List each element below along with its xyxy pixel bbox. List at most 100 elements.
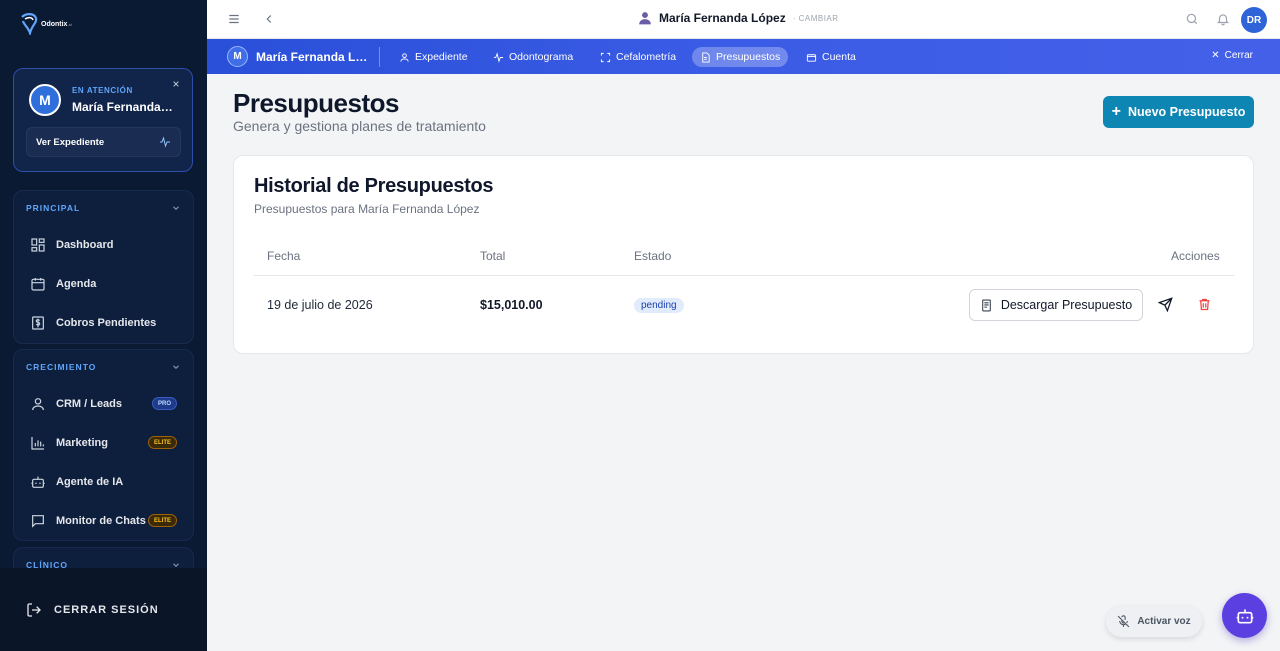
trash-icon[interactable]	[1197, 297, 1212, 312]
column-header-acciones: Acciones	[1171, 249, 1220, 263]
sidebar-item-crm[interactable]: CRM / Leads PRO	[14, 384, 193, 423]
sidebar-item-monitor-chats[interactable]: Monitor de Chats ELITE	[14, 501, 193, 540]
activate-voice-button[interactable]: Activar voz	[1106, 606, 1202, 637]
section-header-crecimiento[interactable]: CRECIMIENTO	[14, 350, 193, 384]
tab-expediente[interactable]: Expediente	[391, 47, 476, 67]
section-title: CRECIMIENTO	[26, 362, 97, 372]
elite-badge: ELITE	[147, 436, 177, 449]
chevron-down-icon	[173, 206, 179, 210]
new-budget-button[interactable]: + Nuevo Presupuesto	[1103, 96, 1254, 128]
logo-mark-icon	[21, 13, 38, 35]
search-icon[interactable]	[1185, 12, 1199, 26]
tab-cuenta[interactable]: Cuenta	[798, 47, 864, 67]
tab-label: Expediente	[415, 51, 468, 63]
logout-button[interactable]: CERRAR SESIÓN	[0, 568, 207, 651]
tab-label: Odontograma	[509, 51, 574, 63]
close-label: Cerrar	[1224, 50, 1253, 61]
table-divider	[254, 275, 1234, 276]
sidebar-item-agente-ia[interactable]: Agente de IA	[14, 462, 193, 501]
patient-nav-bar: M María Fernanda López Expediente Odonto…	[207, 39, 1280, 74]
page-subtitle: Genera y gestiona planes de tratamiento	[233, 118, 486, 134]
download-budget-label: Descargar Presupuesto	[1000, 298, 1133, 312]
close-icon[interactable]: ×	[170, 78, 182, 90]
user-icon	[400, 52, 409, 62]
elite-badge: ELITE	[147, 514, 177, 527]
logout-label: CERRAR SESIÓN	[54, 603, 159, 616]
change-patient-link[interactable]: · CAMBIAR	[793, 14, 839, 23]
divider	[379, 47, 380, 67]
sidebar-item-label: Agente de IA	[56, 475, 124, 488]
bot-icon	[1236, 608, 1253, 623]
bar-chart-icon	[31, 436, 44, 450]
calendar-icon	[31, 277, 45, 291]
section-header-principal[interactable]: PRINCIPAL	[14, 191, 193, 225]
nav-section-crecimiento: CRECIMIENTO CRM / Leads PRO Marketing EL…	[13, 349, 194, 541]
current-patient: María Fernanda López · CAMBIAR	[638, 11, 839, 25]
chevron-down-icon	[173, 365, 179, 369]
patient-avatar: M	[227, 46, 248, 67]
activity-icon	[160, 136, 170, 148]
patient-icon	[639, 12, 651, 25]
column-header-estado: Estado	[634, 249, 672, 263]
chevron-left-icon[interactable]	[262, 12, 276, 26]
close-patient-button[interactable]: ✕ Cerrar	[1211, 50, 1253, 61]
attention-label: EN ATENCIÓN	[72, 86, 133, 95]
scan-icon	[600, 52, 611, 62]
page-title: Presupuestos	[233, 88, 399, 118]
voice-label: Activar voz	[1137, 616, 1191, 627]
chat-icon	[32, 514, 44, 528]
sidebar-item-label: Marketing	[56, 436, 108, 449]
sidebar-item-agenda[interactable]: Agenda	[14, 264, 193, 303]
logo-text: Odontix.ai	[41, 20, 72, 28]
dashboard-icon	[31, 237, 45, 252]
sidebar-item-marketing[interactable]: Marketing ELITE	[14, 423, 193, 462]
tab-label: Cefalometría	[616, 51, 677, 63]
tab-cefalometria[interactable]: Cefalometría	[592, 47, 684, 67]
user-icon	[32, 397, 44, 410]
pro-badge: PRO	[151, 397, 177, 410]
column-header-fecha: Fecha	[267, 249, 301, 263]
attention-avatar: M	[29, 84, 61, 116]
current-patient-name: María Fernanda López	[659, 11, 786, 25]
row-date: 19 de julio de 2026	[267, 298, 373, 312]
receipt-icon	[32, 315, 44, 330]
sidebar-item-label: Monitor de Chats	[56, 514, 146, 527]
logout-icon	[27, 602, 41, 617]
view-record-label: Ver Expediente	[36, 136, 105, 148]
wallet-icon	[806, 53, 817, 62]
user-avatar[interactable]: DR	[1241, 7, 1267, 33]
send-icon[interactable]	[1158, 297, 1173, 312]
tab-label: Presupuestos	[716, 51, 781, 63]
tab-odontograma[interactable]: Odontograma	[485, 47, 581, 67]
patient-name: María Fernanda López	[256, 50, 368, 64]
ai-assistant-button[interactable]	[1222, 593, 1267, 638]
document-icon	[981, 299, 991, 311]
sidebar-item-label: CRM / Leads	[56, 397, 123, 410]
view-record-button[interactable]: Ver Expediente	[26, 127, 181, 157]
document-icon	[702, 51, 710, 63]
row-total: $15,010.00	[480, 298, 543, 312]
column-header-total: Total	[480, 249, 506, 263]
top-bar: María Fernanda López · CAMBIAR DR	[207, 0, 1280, 39]
budget-history-card: Historial de Presupuestos Presupuestos p…	[233, 155, 1254, 354]
sidebar-item-label: Dashboard	[56, 238, 114, 251]
menu-icon[interactable]	[227, 12, 241, 26]
tab-presupuestos[interactable]: Presupuestos	[692, 47, 789, 67]
sidebar-item-label: Cobros Pendientes	[56, 316, 157, 329]
bot-icon	[31, 476, 45, 488]
sidebar-item-cobros[interactable]: Cobros Pendientes	[14, 303, 193, 342]
close-icon: ✕	[1211, 50, 1220, 61]
sidebar: Odontix.ai M EN ATENCIÓN María Fernanda …	[0, 0, 207, 651]
attention-patient-name: María Fernanda López	[72, 100, 176, 114]
activity-icon	[493, 51, 504, 63]
card-subtitle: Presupuestos para María Fernanda López	[254, 202, 480, 216]
section-title: PRINCIPAL	[26, 203, 81, 213]
plus-icon: +	[1111, 103, 1121, 120]
nav-section-principal: PRINCIPAL Dashboard Agenda Cobros Pendie…	[13, 190, 194, 344]
sidebar-item-dashboard[interactable]: Dashboard	[14, 225, 193, 264]
download-budget-button[interactable]: Descargar Presupuesto	[969, 289, 1143, 321]
new-budget-label: Nuevo Presupuesto	[1127, 105, 1246, 119]
app-logo[interactable]: Odontix.ai	[20, 13, 72, 35]
card-title: Historial de Presupuestos	[254, 175, 494, 197]
bell-icon[interactable]	[1216, 12, 1230, 26]
